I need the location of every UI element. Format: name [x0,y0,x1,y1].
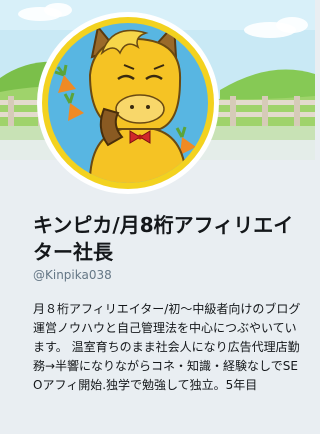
mascot-avatar-image [42,17,214,189]
username-handle[interactable]: @Kinpika038 [33,268,112,282]
display-name: キンピカ/月8桁アフィリエイター社長 [33,213,294,264]
profile-bio: 月８桁アフィリエイター/初〜中級者向けのブログ運営ノウハウと自己管理法を中心につ… [33,302,301,392]
avatar[interactable] [37,12,219,194]
